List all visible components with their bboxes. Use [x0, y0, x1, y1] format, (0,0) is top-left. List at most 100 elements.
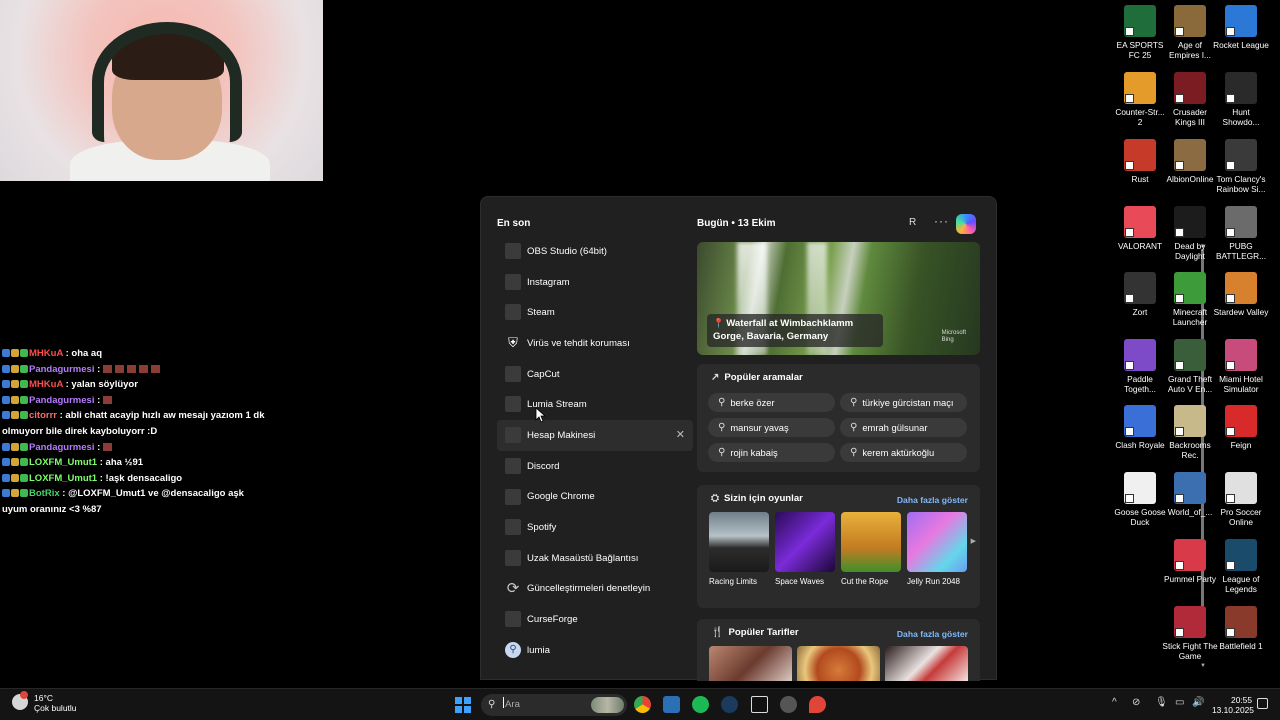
start-menu: En son OBS Studio (64bit) Instagram Steam ⛨… — [480, 196, 1206, 681]
recipe-thumbnail[interactable] — [885, 646, 968, 681]
recent-app-item[interactable]: Instagram — [497, 267, 693, 298]
recent-app-item[interactable]: Uzak Masaüstü Bağlantısı — [497, 543, 693, 574]
desktop-shortcut[interactable]: Minecraft Launcher — [1162, 272, 1218, 327]
desktop-shortcut[interactable]: Counter-Str... 2 — [1112, 72, 1168, 127]
desktop-shortcut[interactable]: Stardew Valley — [1213, 272, 1269, 317]
chat-badge-icon — [11, 458, 19, 467]
desktop-shortcut[interactable]: League of Legends — [1213, 539, 1269, 594]
desktop-shortcut[interactable]: Rocket League — [1213, 5, 1269, 50]
clock[interactable]: 20:55 13.10.2025 — [1212, 695, 1254, 715]
chat-badge-icon — [20, 349, 28, 357]
recent-app-item[interactable]: CurseForge — [497, 604, 693, 635]
recent-app-item[interactable]: CapCut — [497, 359, 693, 390]
copilot-icon[interactable] — [956, 214, 976, 234]
recent-app-item[interactable]: Spotify — [497, 512, 693, 543]
desktop-shortcut[interactable]: Age of Empires I... — [1162, 5, 1218, 60]
desktop-shortcut[interactable]: Crusader Kings III — [1162, 72, 1218, 127]
location-app-icon[interactable] — [809, 696, 826, 713]
volume-icon[interactable]: 🔊 — [1192, 697, 1204, 708]
desktop-shortcut[interactable]: Tom Clancy's Rainbow Si... — [1213, 139, 1269, 194]
desktop-shortcut-label: Clash Royale — [1115, 440, 1165, 450]
game-tile[interactable]: Racing Limits — [709, 512, 769, 586]
recent-app-label: Güncelleştirmeleri denetleyin — [527, 583, 651, 595]
desktop-shortcut[interactable]: Grand Theft Auto V En... — [1162, 339, 1218, 394]
recent-app-item[interactable]: ⟳ Güncelleştirmeleri denetleyin — [497, 574, 693, 605]
desktop-shortcut[interactable]: Pummel Party — [1162, 539, 1218, 584]
game-tile[interactable]: Space Waves — [775, 512, 835, 586]
recent-app-item[interactable]: ⛨ Virüs ve tehdit koruması — [497, 328, 693, 359]
app-shortcut-icon — [1225, 339, 1257, 371]
chat-badge-icon — [2, 489, 10, 498]
desktop-shortcut[interactable]: World_of_... — [1162, 472, 1218, 517]
game-name: Jelly Run 2048 — [907, 577, 960, 586]
capcut-icon[interactable] — [751, 696, 768, 713]
desktop-shortcut[interactable]: Clash Royale — [1112, 405, 1168, 450]
search-chip[interactable]: ⚲ berke özer — [708, 393, 835, 412]
desktop-shortcut[interactable]: Zort — [1112, 272, 1168, 317]
chat-text: : oha aq — [62, 348, 103, 359]
obs-icon[interactable] — [780, 696, 797, 713]
location-off-icon[interactable]: ⊘ — [1132, 697, 1140, 708]
desktop-shortcut[interactable]: Stick Fight The Game — [1162, 606, 1218, 661]
steam-icon[interactable] — [721, 696, 738, 713]
chrome-icon[interactable] — [634, 696, 651, 713]
desktop-shortcut-label: Battlefield 1 — [1219, 641, 1263, 651]
desktop-shortcut[interactable]: Miami Hotel Simulator — [1213, 339, 1269, 394]
desktop-shortcut[interactable]: Paddle Togeth... — [1112, 339, 1168, 394]
chat-username: LOXFM_Umut1 — [29, 457, 98, 469]
recipe-thumbnail[interactable] — [797, 646, 880, 681]
game-name: Space Waves — [775, 577, 825, 586]
network-icon[interactable]: ▭ — [1175, 697, 1184, 708]
weather-widget[interactable]: 16°C Çok bulutlu — [12, 691, 77, 713]
app-shortcut-icon — [1225, 72, 1257, 104]
search-chip[interactable]: ⚲ mansur yavaş — [708, 418, 835, 437]
spotify-icon[interactable] — [692, 696, 709, 713]
chat-badge-icon — [20, 395, 28, 404]
desktop-shortcut[interactable]: Battlefield 1 — [1213, 606, 1269, 651]
taskbar-search-input[interactable]: ⚲ Ara — [481, 694, 627, 716]
game-tile[interactable]: Jelly Run 2048 — [907, 512, 967, 586]
recent-app-item[interactable]: Steam — [497, 297, 693, 328]
chevron-right-icon[interactable]: ▶ — [971, 537, 976, 545]
close-icon[interactable]: ✕ — [676, 428, 685, 441]
desktop-shortcut[interactable]: Goose Goose Duck — [1112, 472, 1168, 527]
desktop-shortcut[interactable]: Backrooms Rec. — [1162, 405, 1218, 460]
notification-icon[interactable] — [1257, 698, 1268, 709]
search-chip[interactable]: ⚲ rojin kabaiş — [708, 443, 835, 462]
desktop-shortcut[interactable]: AlbionOnline — [1162, 139, 1218, 184]
game-tile[interactable]: Cut the Rope — [841, 512, 901, 586]
search-chip[interactable]: ⚲ kerem aktürkoğlu — [840, 443, 967, 462]
games-more-link[interactable]: Daha fazla göster — [897, 495, 968, 505]
recent-app-item[interactable]: Discord — [497, 451, 693, 482]
recent-app-item[interactable]: Google Chrome — [497, 482, 693, 513]
recent-app-item[interactable]: OBS Studio (64bit) — [497, 236, 693, 267]
desktop-shortcut[interactable]: Rust — [1112, 139, 1168, 184]
windows-start-icon[interactable] — [455, 697, 471, 713]
game-thumbnail — [841, 512, 901, 572]
desktop-shortcut[interactable]: Pro Soccer Online — [1213, 472, 1269, 527]
microphone-icon[interactable]: 🎙 — [1155, 697, 1168, 708]
desktop-shortcut[interactable]: Hunt Showdo... — [1213, 72, 1269, 127]
desktop-shortcut[interactable]: Dead by Daylight — [1162, 206, 1218, 261]
desktop-shortcut[interactable]: VALORANT — [1112, 206, 1168, 251]
recipe-thumbnail[interactable] — [709, 646, 792, 681]
app-shortcut-icon — [1124, 5, 1156, 37]
tray-chevron-icon[interactable]: ^ — [1112, 697, 1117, 708]
network-app-icon[interactable] — [663, 696, 680, 713]
avatar[interactable]: R — [909, 217, 916, 228]
chat-badge-icon — [20, 364, 28, 373]
desktop-shortcut[interactable]: PUBG BATTLEGR... — [1213, 206, 1269, 261]
recent-app-item[interactable]: Hesap Makinesi ✕ — [497, 420, 693, 451]
more-options-button[interactable]: ··· — [934, 214, 949, 228]
recipes-more-link[interactable]: Daha fazla göster — [897, 629, 968, 639]
scroll-down-icon[interactable]: ▼ — [1200, 663, 1206, 669]
desktop-shortcut[interactable]: EA SPORTS FC 25 — [1112, 5, 1168, 60]
search-chip[interactable]: ⚲ türkiye gürcistan maçı — [840, 393, 967, 412]
chat-badge-icon — [2, 473, 10, 482]
desktop-shortcut[interactable]: Feign — [1213, 405, 1269, 450]
recent-app-item[interactable]: Lumia Stream — [497, 389, 693, 420]
recent-app-item[interactable]: ⚲ lumia — [497, 635, 693, 666]
search-chip[interactable]: ⚲ emrah gülsunar — [840, 418, 967, 437]
bing-hero-image[interactable]: 📍 Waterfall at Wimbachklamm Gorge, Bavari… — [697, 242, 980, 355]
chat-text: : yalan söylüyor — [62, 379, 138, 391]
